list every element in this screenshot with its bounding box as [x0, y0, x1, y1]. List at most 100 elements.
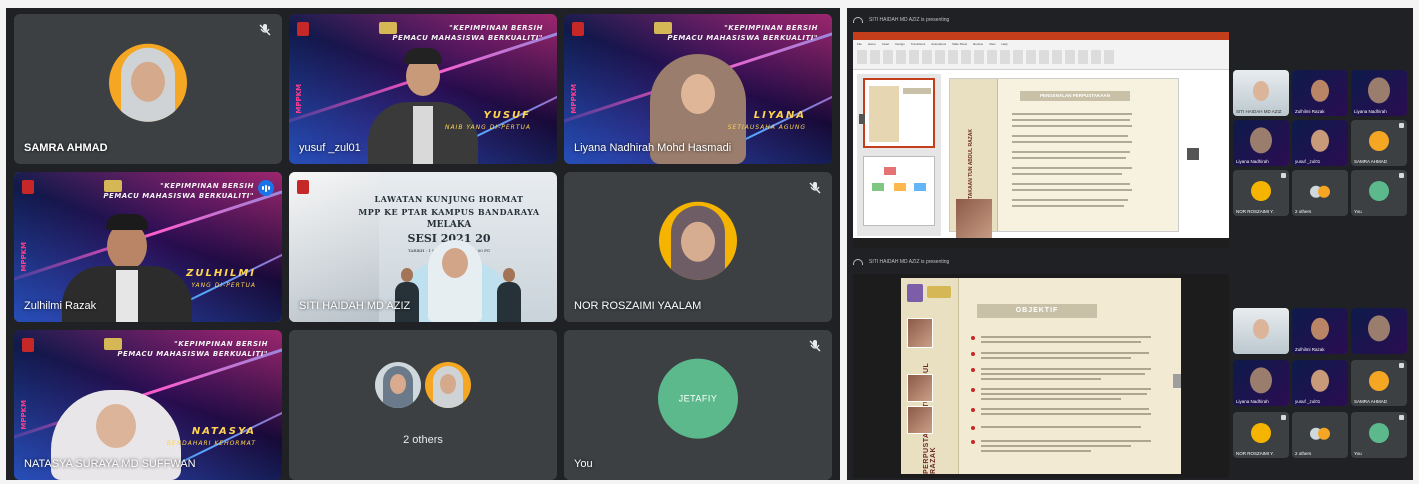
participant-tile-liyana[interactable]: "KEPIMPINAN BERSIH PEMACU MAHASISWA BERK… — [564, 14, 832, 164]
participant-tile-nor[interactable]: NOR ROSZAIMI YAALAM — [564, 172, 832, 322]
banner-name: ZULHILMI — [186, 268, 256, 279]
mini-participant-tile[interactable]: Liyana Nadhirah — [1233, 360, 1289, 406]
banner-role: SETIAUSAHA AGUNG — [727, 124, 806, 131]
mini-participant-name: NOR ROSZAIMI Y. — [1236, 209, 1274, 214]
banner-name: YUSUF — [483, 110, 531, 121]
ppt-tab[interactable]: File — [857, 42, 862, 46]
banner-name: NATASYA — [191, 426, 256, 437]
mini-participant-name: Liyana Nadhirah — [1236, 399, 1269, 404]
mpp-logo — [654, 22, 672, 34]
mini-participant-tile[interactable]: Zulhilmi Razak — [1292, 308, 1348, 354]
presenting-header: SITI HAIDAH MD AZIZ is presenting — [853, 12, 949, 28]
university-logo — [297, 22, 309, 36]
banner-tag: MPPKM — [570, 84, 578, 114]
university-logo — [22, 338, 34, 352]
ppt-tab[interactable]: Slide Show — [952, 42, 967, 46]
participant-name: SAMRA AHMAD — [24, 142, 108, 154]
banner-tag: MPPKM — [20, 242, 28, 272]
presentation-panel: SITI HAIDAH MD AZIZ is presenting File H… — [847, 8, 1413, 480]
participant-tile-yusuf[interactable]: "KEPIMPINAN BERSIH PEMACU MAHASISWA BERK… — [289, 14, 557, 164]
ppt-tab[interactable]: Help — [1001, 42, 1007, 46]
slide-thumbnail[interactable] — [863, 78, 935, 148]
mini-participant-tile[interactable]: SAMRA AHMAD — [1351, 360, 1407, 406]
mpp-logo — [104, 180, 122, 192]
avatar — [375, 362, 421, 408]
mini-participant-tile[interactable]: 2 others — [1292, 412, 1348, 458]
mini-participant-name: Liyana Nadhirah — [1236, 159, 1269, 164]
ppt-tab[interactable]: Insert — [882, 42, 890, 46]
mini-participant-name: yusuf _zul01 — [1295, 159, 1321, 164]
mini-participant-name: 2 others — [1295, 451, 1312, 456]
shared-screen-slide[interactable]: PERPUSTAKAAN TUN ABDUL RAZAK OBJEKTIF — [853, 274, 1229, 478]
banner-slogan-1: "KEPIMPINAN BERSIH — [174, 340, 268, 348]
mini-participant-tile[interactable]: yusuf _zul01 — [1292, 120, 1348, 166]
mini-participant-name: SITI HAIDAH MD AZIZ — [1236, 109, 1282, 114]
participant-tile-samra[interactable]: SAMRA AHMAD — [14, 14, 282, 164]
participant-name: Liyana Nadhirah Mohd Hasmadi — [574, 142, 732, 154]
mini-participant-name: SAMRA AHMAD — [1354, 399, 1388, 404]
ppt-tab[interactable]: Home — [868, 42, 876, 46]
others-count: 2 others — [403, 434, 443, 446]
mic-off-icon — [1399, 123, 1404, 128]
participant-tile-zulhilmi[interactable]: "KEPIMPINAN BERSIH PEMACU MAHASISWA BERK… — [14, 172, 282, 322]
participant-tile-others[interactable]: 2 others — [289, 330, 557, 480]
presentation-icon — [853, 259, 863, 265]
banner-role: BENDAHARI KEHORMAT — [166, 440, 256, 447]
background-figure — [394, 268, 419, 322]
mini-participant-tile[interactable]: You — [1351, 170, 1407, 216]
presenting-header: SITI HAIDAH MD AZIZ is presenting — [853, 254, 949, 270]
participant-tile-natasya[interactable]: "KEPIMPINAN BERSIH PEMACU MAHASISWA BERK… — [14, 330, 282, 480]
ppt-tab[interactable]: Transitions — [911, 42, 926, 46]
slide-spine: PERPUSTAKAAN TUN ABDUL RAZAK — [901, 278, 959, 474]
mini-participant-tile[interactable]: yusuf _zul01 — [1292, 360, 1348, 406]
mpp-logo — [379, 22, 397, 34]
mini-participant-tile[interactable]: SAMRA AHMAD — [1351, 120, 1407, 166]
mini-participant-tile[interactable]: 2 others — [1292, 170, 1348, 216]
banner-role: YANG DI-PERTUA — [191, 282, 256, 289]
mini-participant-tile[interactable]: Liyana Nadhirah — [1351, 70, 1407, 116]
shared-screen-powerpoint[interactable]: File Home Insert Design Transitions Anim… — [853, 32, 1229, 248]
university-logo — [22, 180, 34, 194]
participant-name: NOR ROSZAIMI YAALAM — [574, 300, 702, 312]
ppt-tab[interactable]: Animations — [931, 42, 946, 46]
mini-participant-name: Zulhilmi Razak — [1295, 347, 1325, 352]
mic-off-icon — [1399, 363, 1404, 368]
slide-thumbnail[interactable] — [863, 156, 935, 226]
mini-participant-tile[interactable]: NOR ROSZAIMI Y. — [1233, 170, 1289, 216]
presenting-label: SITI HAIDAH MD AZIZ is presenting — [869, 259, 950, 265]
event-line-1: LAWATAN KUNJUNG HORMAT — [374, 194, 524, 204]
mini-participant-tile[interactable]: Liyana Nadhirah — [1233, 120, 1289, 166]
participant-video — [363, 34, 483, 164]
participant-name: Zulhilmi Razak — [24, 300, 97, 312]
slide-heading: PENGENALAN PERPUSTAKAAN — [1020, 91, 1130, 101]
participant-name: You — [574, 458, 593, 470]
slide-editor-canvas[interactable]: PERPUSTAKAAN TUN ABDUL RAZAK PENGENALAN … — [949, 78, 1179, 243]
mini-participant-tile[interactable]: NOR ROSZAIMI Y. — [1233, 412, 1289, 458]
banner-slogan-1: "KEPIMPINAN BERSIH — [724, 24, 818, 32]
presentation-icon — [853, 17, 863, 23]
ppt-tab[interactable]: Design — [895, 42, 904, 46]
participant-name: NATASYA SURAYA MD SUFFWAN — [24, 458, 196, 470]
avatar: JETAFIY — [658, 358, 738, 439]
mini-participant-tile[interactable]: You — [1351, 412, 1407, 458]
taskbar — [853, 238, 1229, 248]
avatar — [425, 362, 471, 408]
banner-role: NAIB YANG DI-PERTUA — [444, 124, 531, 131]
ppt-tab[interactable]: View — [989, 42, 995, 46]
mini-participant-tile[interactable]: SITI HAIDAH MD AZIZ — [1233, 70, 1289, 116]
mini-participant-tile[interactable] — [1351, 308, 1407, 354]
avatar — [659, 201, 737, 280]
ppt-ribbon: File Home Insert Design Transitions Anim… — [853, 32, 1229, 70]
banner-slogan-2: PEMACU MAHASISWA BERKUALITI" — [117, 350, 268, 358]
participant-tile-siti[interactable]: LAWATAN KUNJUNG HORMAT MPP KE PTAR KAMPU… — [289, 172, 557, 322]
participant-name: yusuf _zul01 — [299, 142, 361, 154]
banner-tag: MPPKM — [295, 84, 303, 114]
participant-tile-self[interactable]: JETAFIY You — [564, 330, 832, 480]
mic-off-icon — [808, 339, 822, 353]
mic-off-icon — [1281, 415, 1286, 420]
avatar — [109, 43, 187, 122]
mini-participant-name: Liyana Nadhirah — [1354, 109, 1387, 114]
ppt-tab[interactable]: Review — [973, 42, 983, 46]
mini-participant-tile[interactable]: Zulhilmi Razak — [1292, 70, 1348, 116]
mini-participant-tile[interactable] — [1233, 308, 1289, 354]
